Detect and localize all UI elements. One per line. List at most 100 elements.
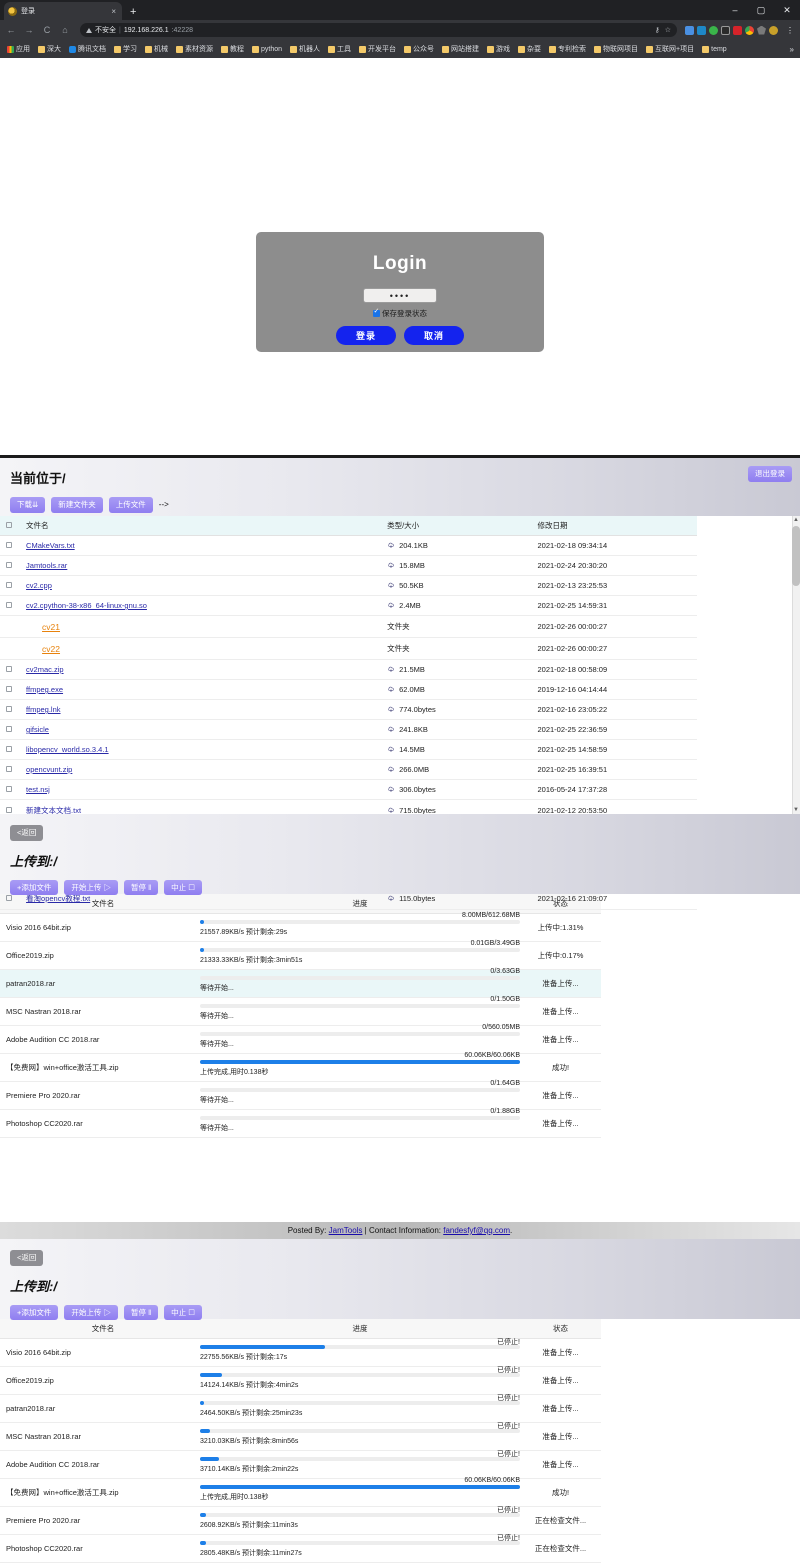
row-checkbox[interactable] <box>6 746 12 752</box>
download-cloud-icon[interactable] <box>387 685 395 693</box>
table-row[interactable]: ffmpeg.lnk774.0bytes2021-02-16 23:05:22 <box>0 700 697 720</box>
star-icon[interactable]: ☆ <box>665 26 671 34</box>
row-select-cell[interactable] <box>0 740 20 760</box>
col-header-filename[interactable]: 文件名 <box>20 516 381 536</box>
table-row[interactable]: libopencv_world.so.3.4.114.5MB2021-02-25… <box>0 740 697 760</box>
bookmark-item[interactable]: 腾讯文档 <box>65 42 110 56</box>
row-checkbox[interactable] <box>6 706 12 712</box>
table-row[interactable]: cv21文件夹2021-02-26 00:00:27 <box>0 616 697 638</box>
browser-tab[interactable]: 登录 × <box>4 2 122 20</box>
bookmark-item[interactable]: 开发平台 <box>355 42 400 56</box>
address-bar[interactable]: 不安全 | 192.168.226.1 :42228 ⚷ ☆ <box>80 23 677 37</box>
row-select-cell[interactable] <box>0 638 20 660</box>
table-row[interactable]: test.nsj306.0bytes2016-05-24 17:37:28 <box>0 780 697 800</box>
folder-link[interactable]: cv22 <box>26 644 60 654</box>
pause-upload-button[interactable]: 暂停 ‖ <box>124 880 158 896</box>
minimize-button[interactable]: – <box>722 0 748 20</box>
table-row[interactable]: gifsicle241.8KB2021-02-25 22:36:59 <box>0 720 697 740</box>
file-link[interactable]: Jamtools.rar <box>26 561 67 570</box>
row-checkbox[interactable] <box>6 726 12 732</box>
back-button-1[interactable]: <返回 <box>10 825 43 841</box>
bookmark-item[interactable]: python <box>248 42 286 56</box>
back-icon[interactable]: ← <box>4 25 18 35</box>
table-row[interactable]: cv22文件夹2021-02-26 00:00:27 <box>0 638 697 660</box>
bookmark-item[interactable]: 专利检索 <box>545 42 590 56</box>
maximize-button[interactable]: ▢ <box>748 0 774 20</box>
tab-close-icon[interactable]: × <box>111 7 118 16</box>
row-select-cell[interactable] <box>0 680 20 700</box>
ext-red-icon[interactable] <box>733 26 742 35</box>
reload-icon[interactable]: C <box>40 25 54 35</box>
download-cloud-icon[interactable] <box>387 745 395 753</box>
row-select-cell[interactable] <box>0 700 20 720</box>
folder-link[interactable]: cv21 <box>26 622 60 632</box>
download-cloud-icon[interactable] <box>387 765 395 773</box>
ext-puzzle-icon[interactable] <box>757 26 766 35</box>
table-row[interactable]: ffmpeg.exe62.0MB2019-12-16 04:14:44 <box>0 680 697 700</box>
row-select-cell[interactable] <box>0 760 20 780</box>
bookmarks-overflow-icon[interactable]: » <box>790 45 797 54</box>
row-select-cell[interactable] <box>0 616 20 638</box>
bookmark-item[interactable]: 物联网项目 <box>590 42 642 56</box>
login-cancel-button[interactable]: 取消 <box>404 326 464 345</box>
scroll-down-arrow-icon[interactable]: ▼ <box>792 807 800 813</box>
pause-upload-button[interactable]: 暂停 ‖ <box>124 1305 158 1321</box>
row-select-cell[interactable] <box>0 660 20 680</box>
row-select-cell[interactable] <box>0 596 20 616</box>
ext-profile-icon[interactable] <box>769 26 778 35</box>
table-row[interactable]: cv2mac.zip21.5MB2021-02-18 00:58:09 <box>0 660 697 680</box>
footer-email-link[interactable]: fandesfyf@qq.com <box>443 1226 510 1235</box>
start-upload-button[interactable]: 开始上传 ▷ <box>64 1305 118 1321</box>
bookmark-item[interactable]: 公众号 <box>400 42 438 56</box>
download-cloud-icon[interactable] <box>387 785 395 793</box>
file-link[interactable]: gifsicle <box>26 725 49 734</box>
ext-dark-icon[interactable] <box>721 26 730 35</box>
bookmark-item[interactable]: 机器人 <box>286 42 324 56</box>
file-link[interactable]: ffmpeg.lnk <box>26 705 60 714</box>
row-select-cell[interactable] <box>0 780 20 800</box>
file-list-scrollbar[interactable]: ▲ ▼ <box>792 516 800 814</box>
ext-green-icon[interactable] <box>709 26 718 35</box>
file-link[interactable]: test.nsj <box>26 785 50 794</box>
bookmark-item[interactable]: 学习 <box>110 42 141 56</box>
download-cloud-icon[interactable] <box>387 541 395 549</box>
download-cloud-icon[interactable] <box>387 725 395 733</box>
table-row[interactable]: cv2.cpp50.5KB2021-02-13 23:25:53 <box>0 576 697 596</box>
back-button-2[interactable]: <返回 <box>10 1250 43 1266</box>
download-cloud-icon[interactable] <box>387 665 395 673</box>
scroll-up-arrow-icon[interactable]: ▲ <box>792 517 800 523</box>
row-checkbox[interactable] <box>6 562 12 568</box>
file-link[interactable]: cv2.cpython-38-x86_64-linux-gnu.so <box>26 601 147 610</box>
abort-upload-button[interactable]: 中止 ☐ <box>164 880 202 896</box>
new-folder-button[interactable]: 新建文件夹 <box>51 497 103 513</box>
row-checkbox[interactable] <box>6 766 12 772</box>
upload-file-button[interactable]: 上传文件 <box>109 497 153 513</box>
ext-chrome-icon[interactable] <box>745 26 754 35</box>
row-checkbox[interactable] <box>6 666 12 672</box>
logout-button[interactable]: 退出登录 <box>748 466 792 482</box>
file-link[interactable]: CMakeVars.txt <box>26 541 75 550</box>
table-row[interactable]: cv2.cpython-38-x86_64-linux-gnu.so2.4MB2… <box>0 596 697 616</box>
table-row[interactable]: Jamtools.rar15.8MB2021-02-24 20:30:20 <box>0 556 697 576</box>
ext-blue-icon[interactable] <box>685 26 694 35</box>
bookmark-item[interactable]: 深大 <box>34 42 65 56</box>
file-link[interactable]: ffmpeg.exe <box>26 685 63 694</box>
bookmark-item[interactable]: 机械 <box>141 42 172 56</box>
select-all-cell[interactable] <box>0 516 20 536</box>
download-cloud-icon[interactable] <box>387 581 395 589</box>
col-header-moddate[interactable]: 修改日期 <box>532 516 698 536</box>
bookmark-item[interactable]: 游戏 <box>483 42 514 56</box>
download-cloud-icon[interactable] <box>387 601 395 609</box>
ext-teal-icon[interactable] <box>697 26 706 35</box>
select-all-checkbox[interactable] <box>6 522 12 528</box>
col-header-typesize[interactable]: 类型/大小 <box>381 516 531 536</box>
download-cloud-icon[interactable] <box>387 806 395 814</box>
row-checkbox[interactable] <box>6 686 12 692</box>
row-checkbox[interactable] <box>6 602 12 608</box>
file-link[interactable]: cv2mac.zip <box>26 665 64 674</box>
bookmark-item[interactable]: temp <box>698 42 731 56</box>
file-link[interactable]: cv2.cpp <box>26 581 52 590</box>
row-checkbox[interactable] <box>6 542 12 548</box>
password-input[interactable]: •••• <box>363 288 437 303</box>
abort-upload-button[interactable]: 中止 ☐ <box>164 1305 202 1321</box>
